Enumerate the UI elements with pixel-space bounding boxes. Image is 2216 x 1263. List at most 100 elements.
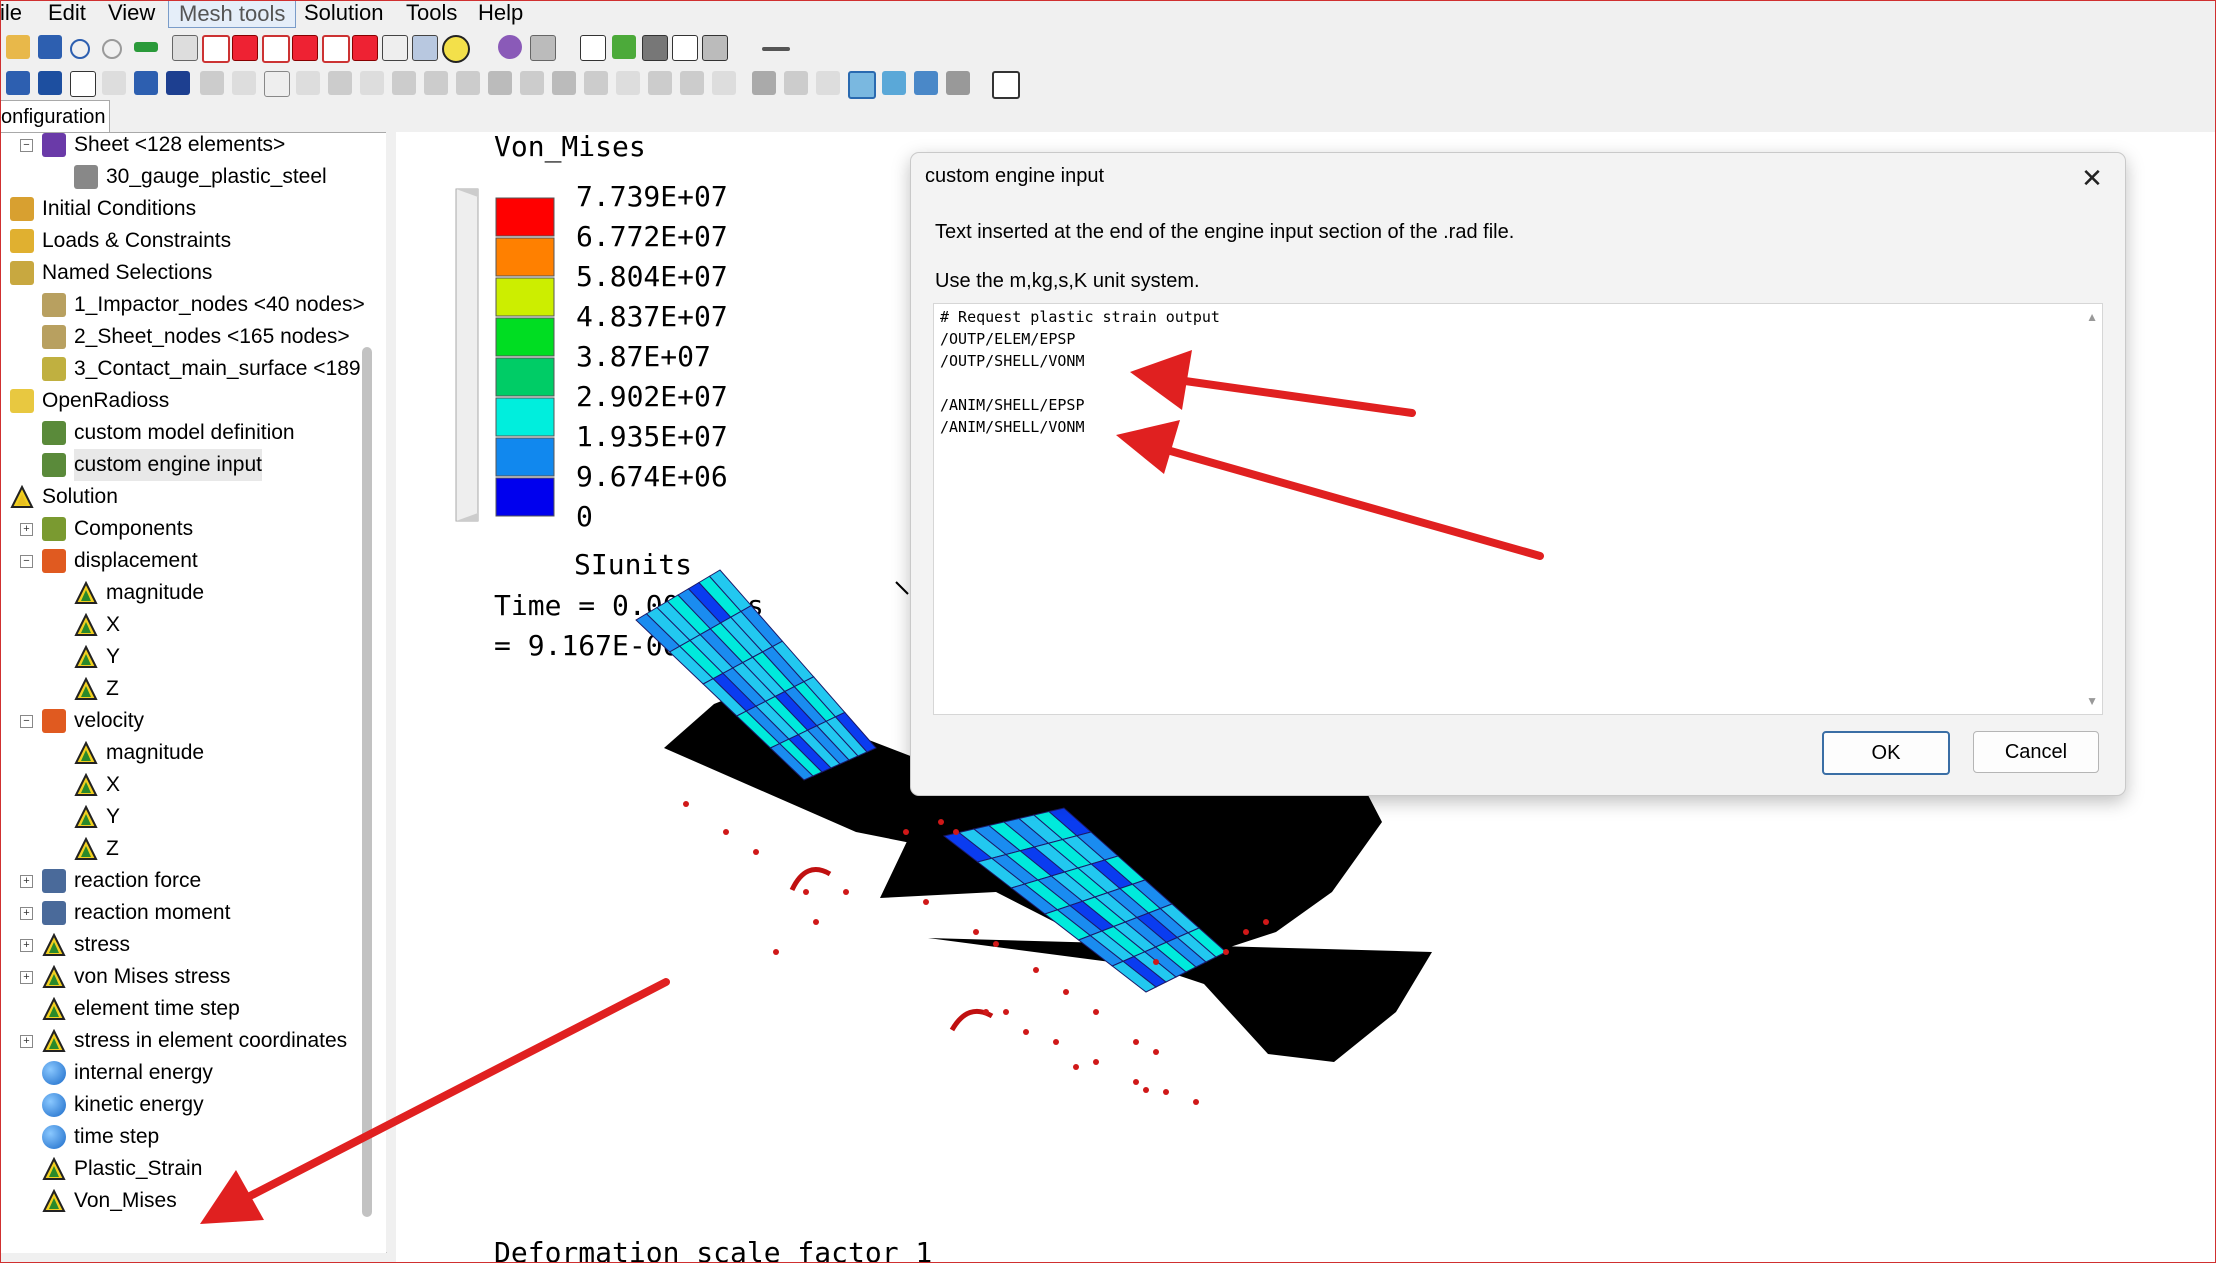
tree-item-time-step[interactable]: time step — [0, 1121, 360, 1153]
tree-item-y[interactable]: Y — [0, 801, 360, 833]
wireframe-icon[interactable] — [672, 35, 698, 61]
edge-select-icon[interactable] — [134, 71, 158, 95]
tree-item-initial-conditions[interactable]: Initial Conditions — [0, 193, 360, 225]
redo-icon[interactable] — [102, 39, 122, 59]
tree-item-custom-engine-input[interactable]: custom engine input — [0, 449, 360, 481]
tree-item-stress-in-element-coordinates[interactable]: + stress in element coordinates — [0, 1025, 360, 1057]
part-select-icon[interactable] — [6, 71, 30, 95]
close-icon[interactable]: ✕ — [2075, 161, 2109, 195]
tree-item-30-gauge-plastic-steel[interactable]: 30_gauge_plastic_steel — [0, 161, 360, 193]
view-right-icon[interactable] — [292, 35, 318, 61]
expand-icon[interactable]: + — [20, 1035, 33, 1048]
tree-item-displacement[interactable]: − displacement — [0, 545, 360, 577]
ok-button[interactable]: OK — [1822, 731, 1950, 775]
node-select-icon[interactable] — [200, 71, 224, 95]
tree-item-plastic-strain[interactable]: Plastic_Strain — [0, 1153, 360, 1185]
search-icon[interactable] — [442, 35, 470, 63]
expand-icon[interactable]: + — [20, 971, 33, 984]
tree-item-kinetic-energy[interactable]: kinetic energy — [0, 1089, 360, 1121]
tree-item-z[interactable]: Z — [0, 833, 360, 865]
rectangle-icon[interactable] — [264, 71, 290, 97]
expand-icon[interactable]: + — [20, 939, 33, 952]
expand-icon[interactable]: + — [20, 907, 33, 920]
equals-icon[interactable] — [134, 42, 158, 52]
mesh-tool-icon[interactable] — [946, 71, 970, 95]
collapse-icon[interactable]: − — [20, 555, 33, 568]
tool-13-icon[interactable] — [752, 71, 776, 95]
tool-14-icon[interactable] — [784, 71, 808, 95]
tree-item-reaction-force[interactable]: + reaction force — [0, 865, 360, 897]
tool-2-icon[interactable] — [392, 71, 416, 95]
tool-3-icon[interactable] — [424, 71, 448, 95]
cube-icon[interactable] — [296, 71, 320, 95]
contour-view-2-icon[interactable] — [882, 71, 906, 95]
tree-item-loads-constraints[interactable]: Loads & Constraints — [0, 225, 360, 257]
tree-item-3-contact-main-surface-189[interactable]: 3_Contact_main_surface <189 — [0, 353, 361, 385]
save-icon[interactable] — [38, 35, 62, 59]
scroll-down-icon[interactable]: ▼ — [2086, 694, 2098, 708]
view-bottom-icon[interactable] — [352, 35, 378, 61]
face-select-icon[interactable] — [102, 71, 126, 95]
menu-mesh-tools[interactable]: Mesh tools — [168, 0, 297, 28]
contour-view-icon[interactable] — [848, 71, 876, 99]
view-left-icon[interactable] — [262, 35, 290, 63]
tool-8-icon[interactable] — [584, 71, 608, 95]
undo-icon[interactable] — [70, 39, 90, 59]
fit-icon[interactable] — [412, 35, 438, 61]
view-iso-icon[interactable] — [172, 35, 198, 61]
tree-item-x[interactable]: X — [0, 769, 360, 801]
expand-icon[interactable]: + — [20, 875, 33, 888]
tree-item-1-impactor-nodes-40-nodes[interactable]: 1_Impactor_nodes <40 nodes> — [0, 289, 365, 321]
view-front-icon[interactable] — [202, 35, 230, 63]
tool-15-icon[interactable] — [816, 71, 840, 95]
tree-item-z[interactable]: Z — [0, 673, 360, 705]
tab-configuration[interactable]: onfiguration — [0, 100, 110, 133]
tree-item-named-selections[interactable]: Named Selections — [0, 257, 360, 289]
tree-scrollbar[interactable] — [362, 347, 372, 1217]
collapse-icon[interactable]: − — [20, 139, 33, 152]
tool-1-icon[interactable] — [360, 71, 384, 95]
menu-solution[interactable]: Solution — [304, 0, 384, 26]
menu-tools[interactable]: Tools — [406, 0, 457, 26]
tool-7-icon[interactable] — [552, 71, 576, 95]
contour-view-3-icon[interactable] — [914, 71, 938, 95]
tree-item-magnitude[interactable]: magnitude — [0, 577, 360, 609]
open-file-icon[interactable] — [6, 35, 30, 59]
view-back-icon[interactable] — [232, 35, 258, 61]
tool-11-icon[interactable] — [680, 71, 704, 95]
cross-icon[interactable] — [328, 71, 352, 95]
menu-view[interactable]: View — [108, 0, 155, 26]
vertex-select-icon[interactable] — [166, 71, 190, 95]
box-select-icon[interactable] — [70, 71, 96, 97]
axes-icon[interactable] — [530, 35, 556, 61]
section-icon[interactable] — [580, 35, 606, 61]
engine-input-text[interactable]: # Request plastic strain output /OUTP/EL… — [940, 306, 1220, 438]
tool-9-icon[interactable] — [616, 71, 640, 95]
scroll-up-icon[interactable]: ▲ — [2086, 310, 2098, 324]
engine-input-textarea[interactable]: # Request plastic strain output /OUTP/EL… — [933, 303, 2103, 715]
surface-icon[interactable] — [612, 35, 636, 59]
tree-item-element-time-step[interactable]: element time step — [0, 993, 360, 1025]
table-icon[interactable] — [992, 71, 1020, 99]
tree-item-y[interactable]: Y — [0, 641, 360, 673]
menu-edit[interactable]: Edit — [48, 0, 86, 26]
tree-item-x[interactable]: X — [0, 609, 360, 641]
tree-item-openradioss[interactable]: OpenRadioss — [0, 385, 360, 417]
tree-item-sheet-128-elements[interactable]: − Sheet <128 elements> — [0, 133, 360, 161]
element-select-icon[interactable] — [232, 71, 256, 95]
tool-10-icon[interactable] — [648, 71, 672, 95]
cancel-button[interactable]: Cancel — [1973, 731, 2099, 773]
legend-slider-track[interactable] — [455, 188, 479, 522]
collapse-icon[interactable]: − — [20, 715, 33, 728]
tree-item-von-mises[interactable]: Von_Mises — [0, 1185, 360, 1217]
tool-12-icon[interactable] — [712, 71, 736, 95]
probe-icon[interactable] — [498, 35, 522, 59]
tree-item-solution[interactable]: Solution — [0, 481, 360, 513]
tree-item-custom-model-definition[interactable]: custom model definition — [0, 417, 360, 449]
tool-5-icon[interactable] — [488, 71, 512, 95]
tree-item-reaction-moment[interactable]: + reaction moment — [0, 897, 360, 929]
menu-file[interactable]: ile — [0, 0, 22, 26]
tree-item-magnitude[interactable]: magnitude — [0, 737, 360, 769]
tree-item-velocity[interactable]: − velocity — [0, 705, 360, 737]
tree-item-2-sheet-nodes-165-nodes[interactable]: 2_Sheet_nodes <165 nodes> — [0, 321, 360, 353]
